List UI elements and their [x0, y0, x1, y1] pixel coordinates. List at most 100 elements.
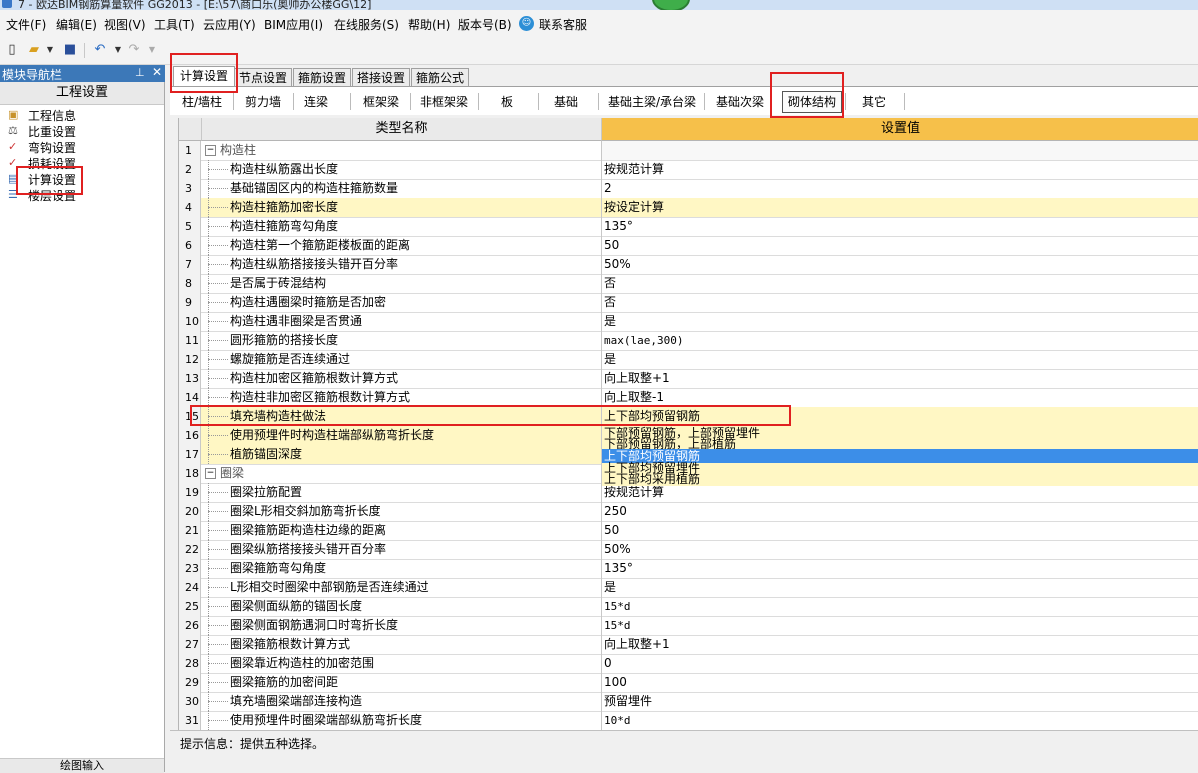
- menu-bim[interactable]: BIM应用(I): [264, 16, 323, 33]
- table-row[interactable]: 9 构造柱遇圈梁时箍筋是否加密 否: [179, 293, 1198, 313]
- value-cell[interactable]: 15*d: [602, 597, 1198, 616]
- subtab-coupling-beam[interactable]: 连梁: [298, 92, 334, 112]
- value-cell[interactable]: 50%: [602, 255, 1198, 274]
- value-cell[interactable]: 100: [602, 673, 1198, 692]
- value-cell[interactable]: 是: [602, 350, 1198, 369]
- table-row[interactable]: 5 构造柱箍筋弯勾角度 135°: [179, 217, 1198, 237]
- subtab-non-frame-beam[interactable]: 非框架梁: [415, 92, 473, 112]
- nav-item-loss-settings[interactable]: ✓ 损耗设置: [4, 155, 154, 171]
- menu-help[interactable]: 帮助(H): [408, 16, 450, 33]
- value-cell[interactable]: 上下部均预留钢筋: [602, 407, 1198, 426]
- undo-dropdown-arrow-icon[interactable]: ▼: [110, 42, 126, 58]
- table-row[interactable]: 20 圈梁L形相交斜加筋弯折长度 250: [179, 502, 1198, 522]
- value-cell[interactable]: 0: [602, 654, 1198, 673]
- close-icon[interactable]: ✕: [152, 65, 162, 79]
- subtab-other[interactable]: 其它: [852, 92, 896, 112]
- dropdown-option[interactable]: 上下部均采用植筋: [604, 472, 700, 486]
- table-row[interactable]: 13 构造柱加密区箍筋根数计算方式 向上取整+1: [179, 369, 1198, 389]
- nav-item-project-info[interactable]: ▣ 工程信息: [4, 107, 154, 123]
- subtab-slab[interactable]: 板: [492, 92, 522, 112]
- table-row[interactable]: 23 圈梁箍筋弯勾角度 135°: [179, 559, 1198, 579]
- tab-lap-settings[interactable]: 搭接设置: [352, 68, 410, 87]
- menu-file[interactable]: 文件(F): [6, 16, 46, 33]
- value-cell[interactable]: 135°: [602, 559, 1198, 578]
- table-row[interactable]: 22 圈梁纵筋搭接接头错开百分率 50%: [179, 540, 1198, 560]
- subtab-foundation-main-beam[interactable]: 基础主梁/承台梁: [602, 92, 702, 112]
- nav-section-title[interactable]: 工程设置: [0, 82, 164, 105]
- menu-online-service[interactable]: 在线服务(S): [334, 16, 399, 33]
- collapse-icon[interactable]: −: [205, 468, 216, 479]
- value-cell[interactable]: 10*d: [602, 711, 1198, 730]
- table-row[interactable]: 26 圈梁侧面钢筋遇洞口时弯折长度 15*d: [179, 616, 1198, 636]
- value-cell[interactable]: 250: [602, 502, 1198, 521]
- table-row[interactable]: 21 圈梁箍筋距构造柱边缘的距离 50: [179, 521, 1198, 541]
- value-cell[interactable]: 否: [602, 293, 1198, 312]
- subtab-shear-wall[interactable]: 剪力墙: [238, 92, 288, 112]
- menu-version[interactable]: 版本号(B): [458, 16, 512, 33]
- value-cell[interactable]: 向上取整+1: [602, 635, 1198, 654]
- table-row[interactable]: 3 基础锚固区内的构造柱箍筋数量 2: [179, 179, 1198, 199]
- value-cell[interactable]: 按规范计算: [602, 160, 1198, 179]
- subtab-column[interactable]: 柱/墙柱: [176, 92, 228, 112]
- subtab-frame-beam[interactable]: 框架梁: [356, 92, 406, 112]
- value-cell[interactable]: 否: [602, 274, 1198, 293]
- menu-tools[interactable]: 工具(T): [154, 16, 195, 33]
- table-row[interactable]: 25 圈梁侧面纵筋的锚固长度 15*d: [179, 597, 1198, 617]
- value-cell[interactable]: 2: [602, 179, 1198, 198]
- redo-icon[interactable]: ↷: [126, 42, 142, 58]
- value-cell[interactable]: 是: [602, 578, 1198, 597]
- value-cell[interactable]: 向上取整-1: [602, 388, 1198, 407]
- nav-drawing-input[interactable]: 绘图输入: [0, 758, 164, 773]
- table-row[interactable]: 15 填充墙构造柱做法 上下部均预留钢筋: [179, 407, 1198, 427]
- subtab-foundation[interactable]: 基础: [548, 92, 584, 112]
- value-cell[interactable]: 50%: [602, 540, 1198, 559]
- undo-icon[interactable]: ↶: [92, 42, 108, 58]
- subtab-foundation-secondary-beam[interactable]: 基础次梁: [709, 92, 771, 112]
- nav-item-calc-settings[interactable]: ▤ 计算设置: [4, 171, 154, 187]
- table-row[interactable]: 28 圈梁靠近构造柱的加密范围 0: [179, 654, 1198, 674]
- table-row[interactable]: 19 圈梁拉筋配置 按规范计算: [179, 483, 1198, 503]
- table-row[interactable]: 29 圈梁箍筋的加密间距 100: [179, 673, 1198, 693]
- table-row[interactable]: 6 构造柱第一个箍筋距楼板面的距离 50: [179, 236, 1198, 256]
- table-row[interactable]: 10 构造柱遇非圈梁是否贯通 是: [179, 312, 1198, 332]
- redo-dropdown-arrow-icon[interactable]: ▼: [144, 42, 160, 58]
- table-row[interactable]: 4 构造柱箍筋加密长度 按设定计算: [179, 198, 1198, 218]
- table-row[interactable]: 11 圆形箍筋的搭接长度 max(lae,300): [179, 331, 1198, 351]
- table-row[interactable]: 2 构造柱纵筋露出长度 按规范计算: [179, 160, 1198, 180]
- open-dropdown-arrow-icon[interactable]: ▼: [42, 42, 58, 58]
- menu-view[interactable]: 视图(V): [104, 16, 146, 33]
- value-cell[interactable]: 50: [602, 521, 1198, 540]
- nav-item-weight-settings[interactable]: ⚖ 比重设置: [4, 123, 154, 139]
- tab-node-settings[interactable]: 节点设置: [234, 68, 292, 87]
- new-file-icon[interactable]: ▯: [4, 42, 20, 58]
- table-row[interactable]: 12 螺旋箍筋是否连续通过 是: [179, 350, 1198, 370]
- table-row[interactable]: 7 构造柱纵筋搭接接头错开百分率 50%: [179, 255, 1198, 275]
- table-row[interactable]: 1− 构造柱: [179, 141, 1198, 161]
- menu-edit[interactable]: 编辑(E): [56, 16, 97, 33]
- construction-method-dropdown-list[interactable]: 下部预留钢筋，上部预留埋件 下部预留钢筋，上部植筋 上下部均预留钢筋 上下部均预…: [602, 426, 1198, 486]
- value-cell[interactable]: 预留埋件: [602, 692, 1198, 711]
- value-cell[interactable]: 向上取整+1: [602, 369, 1198, 388]
- value-cell[interactable]: max(lae,300): [602, 331, 1198, 350]
- menu-cloud[interactable]: 云应用(Y): [203, 16, 256, 33]
- value-cell[interactable]: 50: [602, 236, 1198, 255]
- pin-icon[interactable]: ⊥: [135, 66, 145, 79]
- value-cell[interactable]: 按设定计算: [602, 198, 1198, 217]
- tab-calc-settings[interactable]: 计算设置: [173, 66, 235, 88]
- open-folder-icon[interactable]: ▰: [26, 42, 42, 58]
- tab-stirrup-formula[interactable]: 箍筋公式: [411, 68, 469, 87]
- menu-contact-service[interactable]: 联系客服: [539, 16, 587, 33]
- value-cell[interactable]: [602, 141, 1198, 160]
- table-row[interactable]: 31 使用预埋件时圈梁端部纵筋弯折长度 10*d: [179, 711, 1198, 730]
- nav-item-hook-settings[interactable]: ✓ 弯钩设置: [4, 139, 154, 155]
- save-icon[interactable]: ■: [62, 42, 78, 58]
- subtab-masonry-structure[interactable]: 砌体结构: [782, 91, 842, 113]
- table-row[interactable]: 14 构造柱非加密区箍筋根数计算方式 向上取整-1: [179, 388, 1198, 408]
- tab-stirrup-settings[interactable]: 箍筋设置: [293, 68, 351, 87]
- value-cell[interactable]: 135°: [602, 217, 1198, 236]
- value-cell[interactable]: 是: [602, 312, 1198, 331]
- table-row[interactable]: 30 填充墙圈梁端部连接构造 预留埋件: [179, 692, 1198, 712]
- table-row[interactable]: 27 圈梁箍筋根数计算方式 向上取整+1: [179, 635, 1198, 655]
- table-row[interactable]: 8 是否属于砖混结构 否: [179, 274, 1198, 294]
- collapse-icon[interactable]: −: [205, 145, 216, 156]
